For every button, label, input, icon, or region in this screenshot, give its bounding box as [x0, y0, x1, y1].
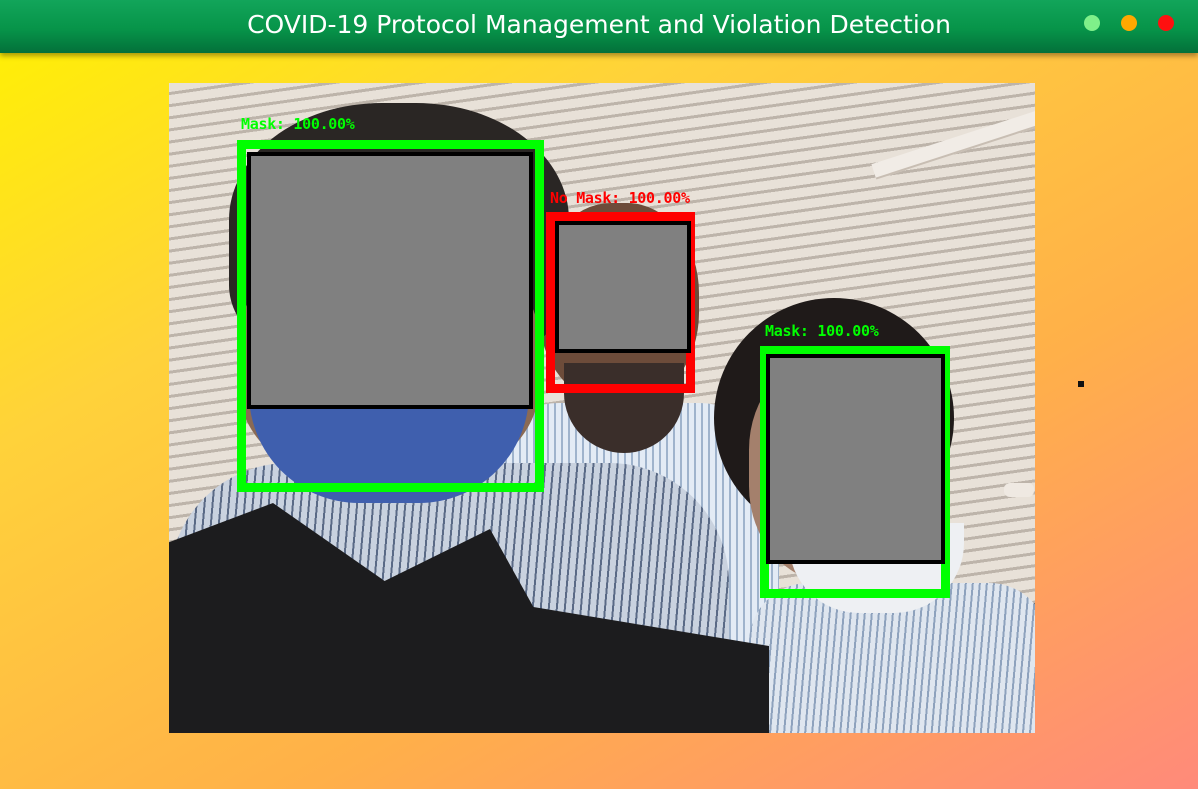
face-redaction: [247, 152, 533, 409]
window-title: COVID-19 Protocol Management and Violati…: [247, 10, 951, 39]
face-redaction: [555, 221, 691, 353]
detection-label: Mask: 100.00%: [765, 322, 879, 340]
title-bar: COVID-19 Protocol Management and Violati…: [0, 0, 1198, 53]
face-redaction: [766, 354, 945, 564]
ceiling-fan: [1004, 483, 1034, 497]
maximize-button[interactable]: [1084, 15, 1100, 31]
detection-label: No Mask: 100.00%: [550, 189, 690, 207]
detection-label: Mask: 100.00%: [241, 115, 355, 133]
camera-feed: Mask: 100.00% No Mask: 100.00% Mask: 100…: [169, 83, 1035, 733]
close-button[interactable]: [1158, 15, 1174, 31]
cursor-dot: [1078, 381, 1084, 387]
minimize-button[interactable]: [1121, 15, 1137, 31]
